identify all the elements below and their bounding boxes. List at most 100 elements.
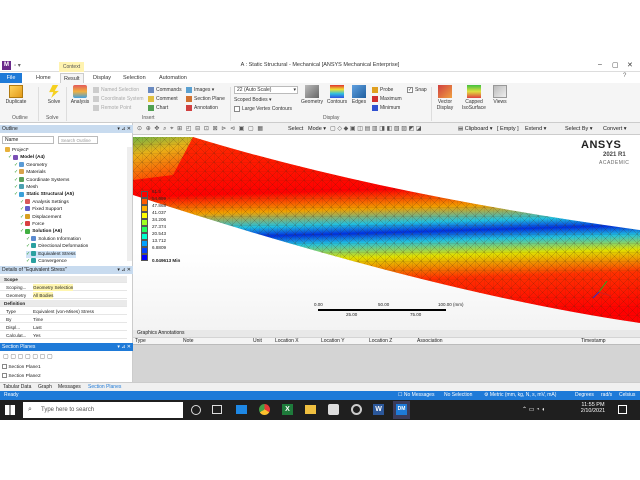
pin-icon[interactable]: ▾ ⊿ ✕ <box>117 125 131 133</box>
tray-icons[interactable]: ⌃ ▭ ◔ ◖ <box>522 406 545 413</box>
section-plane-button[interactable]: Section Plane <box>186 95 225 103</box>
annotations-column-header[interactable]: Note <box>183 338 194 345</box>
chart-button[interactable]: Chart <box>148 104 168 112</box>
tab-tabular-data[interactable]: Tabular Data <box>3 384 31 390</box>
clock-app-icon[interactable] <box>351 404 362 415</box>
outline-tree-node[interactable]: ✓ Coordinate Systems <box>14 177 69 184</box>
maximize-icon[interactable]: ▢ <box>612 61 619 69</box>
annotations-column-header[interactable]: Association <box>417 338 443 345</box>
tab-file[interactable]: File <box>0 73 22 83</box>
vector-display-button[interactable]: Vector Display <box>433 85 457 111</box>
word-icon[interactable]: W <box>373 404 384 415</box>
annotations-column-header[interactable]: Unit <box>253 338 262 345</box>
coordinate-system-button[interactable]: Coordinate System <box>93 95 144 103</box>
outline-tree-node[interactable]: ✓ Directional Deformation <box>26 243 88 250</box>
chrome-icon[interactable] <box>259 404 270 415</box>
tab-section-planes[interactable]: Section Planes <box>88 384 121 390</box>
mode-dropdown[interactable]: Mode ▾ <box>308 126 326 132</box>
status-units[interactable]: ⚙ Metric (mm, kg, N, s, mV, mA) <box>484 391 556 400</box>
help-icon[interactable]: ? <box>623 73 626 79</box>
mail-icon[interactable] <box>236 405 247 414</box>
remote-point-button[interactable]: Remote Point <box>93 104 131 112</box>
duplicate-button[interactable]: Duplicate <box>3 85 29 105</box>
tab-selection[interactable]: Selection <box>120 73 149 83</box>
details-row[interactable]: By Time <box>0 316 127 323</box>
task-view-icon[interactable] <box>212 405 222 414</box>
tab-display[interactable]: Display <box>90 73 114 83</box>
outline-tree-node[interactable]: ✓ Static Structural (A5) <box>14 191 74 198</box>
details-row[interactable]: Geometry All Bodies <box>0 292 127 299</box>
outline-tree-node[interactable]: ✓ Equivalent Stress <box>26 250 76 258</box>
pin-icon[interactable]: ▾ ⊿ ✕ <box>117 266 131 274</box>
outline-name-filter[interactable]: Name <box>2 136 54 144</box>
status-messages[interactable]: ☐ No Messages <box>398 391 434 400</box>
outline-tree-node[interactable]: ✓ Materials <box>14 169 46 176</box>
outline-tree-node[interactable]: ✓ Solution (A6) <box>20 228 62 235</box>
geometry-display-button[interactable]: Geometry <box>300 85 324 105</box>
annotations-column-header[interactable]: Location Y <box>321 338 345 345</box>
outline-tree-node[interactable]: ✓ Analysis Settings <box>20 199 69 206</box>
annotations-column-header[interactable]: Location X <box>275 338 299 345</box>
outline-scrollbar[interactable] <box>127 147 132 261</box>
media-player-icon[interactable] <box>328 404 339 415</box>
outline-tree-node[interactable]: ✓ Displacement <box>20 214 61 221</box>
scoped-bodies-select[interactable]: Scoped Bodies ▾ <box>234 96 272 104</box>
minimize-icon[interactable]: – <box>598 61 602 68</box>
outline-tree-node[interactable]: ✓ Fixed Support <box>20 206 62 213</box>
annotations-column-header[interactable]: Timestamp <box>581 338 606 345</box>
outline-tree-node[interactable]: ✓ Mesh <box>14 184 38 191</box>
graphics-viewport[interactable]: ANSYS 2021 R1 ACADEMIC 61.5 54.699 47.868 4… <box>133 135 640 330</box>
comment-button[interactable]: Comment <box>148 95 178 103</box>
large-vertex-contours-toggle[interactable]: Large Vertex Contours <box>234 105 292 113</box>
minimum-button[interactable]: Minimum <box>372 104 400 112</box>
section-plane-item[interactable]: Section Plane1 <box>2 364 41 370</box>
outline-tree-node[interactable]: ✓ Force <box>20 221 44 228</box>
windows-start-icon[interactable] <box>5 405 15 415</box>
checkbox-icon[interactable] <box>2 364 7 369</box>
file-explorer-icon[interactable] <box>305 405 316 414</box>
tab-automation[interactable]: Automation <box>156 73 190 83</box>
clipboard-button[interactable]: ▤ Clipboard ▾ <box>458 126 493 132</box>
deformation-scale-select[interactable]: 22 (Auto Scale) ▾ <box>234 86 298 94</box>
outline-tree-node[interactable]: ✓ Geometry <box>14 162 47 169</box>
analysis-button[interactable]: Analysis <box>68 85 92 105</box>
annotation-button[interactable]: Annotation <box>186 104 218 112</box>
annotations-column-header[interactable]: Location Z <box>369 338 392 345</box>
pin-icon[interactable]: ▾ ⊿ ✕ <box>117 343 131 351</box>
details-row[interactable]: Type Equivalent (von-Mises) Stress <box>0 308 127 315</box>
images-button[interactable]: Images ▾ <box>186 86 214 94</box>
taskbar-active-app[interactable]: DM <box>393 401 410 419</box>
snap-toggle[interactable]: ✓ Snap <box>407 86 427 94</box>
tab-result[interactable]: Result <box>60 73 84 83</box>
taskbar-search-input[interactable]: ⌕ Type here to search <box>23 402 183 418</box>
details-row[interactable]: Scoping... Geometry Selection <box>0 284 127 291</box>
contours-button[interactable]: Contours <box>325 85 349 105</box>
edges-button[interactable]: Edges <box>349 85 369 105</box>
taskbar-clock[interactable]: 11:55 PM 2/10/2021 <box>578 402 608 414</box>
notification-icon[interactable] <box>618 405 627 414</box>
solve-button[interactable]: Solve <box>43 85 65 105</box>
convert-button[interactable]: Convert ▾ <box>603 126 627 132</box>
section-plane-item[interactable]: Section Plane2 <box>2 373 41 379</box>
selection-filter-icons[interactable]: ▢ ◇ ◆ ▣ ◫ ▤ ▥ ◨ ◧ ▧ ▨ ◩ ◪ <box>330 125 422 132</box>
checkbox-icon[interactable] <box>2 373 7 378</box>
tab-messages[interactable]: Messages <box>58 384 81 390</box>
capped-isosurface-button[interactable]: Capped IsoSurface <box>460 85 488 111</box>
named-selection-button[interactable]: Named Selection <box>93 86 139 94</box>
outline-search-input[interactable]: Search Outline <box>58 136 98 144</box>
excel-icon[interactable]: X <box>282 404 293 415</box>
close-icon[interactable]: ✕ <box>627 61 633 69</box>
tab-graph[interactable]: Graph <box>38 384 52 390</box>
outline-tree-node[interactable]: Project* <box>4 147 29 154</box>
cortana-icon[interactable] <box>191 405 201 415</box>
details-row[interactable]: Displ... Last <box>0 324 127 331</box>
commands-button[interactable]: Commands <box>148 86 182 94</box>
views-button[interactable]: Views <box>490 85 510 105</box>
probe-button[interactable]: Probe <box>372 86 393 94</box>
extend-button[interactable]: Extend ▾ <box>525 126 546 132</box>
annotations-column-header[interactable]: Type <box>135 338 146 345</box>
outline-tree-node[interactable]: ✓ Model (A4) <box>8 154 45 161</box>
outline-tree-node[interactable]: ✓ Solution Information <box>26 236 81 243</box>
view-tools-icons[interactable]: ⊙ ⊕ ✥ ⌕ ⌖ ⊞ ◰ ⊟ ⊡ ⊠ ⊳ ⊲ ▣ ▢ ▦ <box>137 125 264 133</box>
section-planes-toolbar[interactable]: ▢ ▢ ▢ ▢ ▢ ▢ ▢ <box>3 353 53 360</box>
